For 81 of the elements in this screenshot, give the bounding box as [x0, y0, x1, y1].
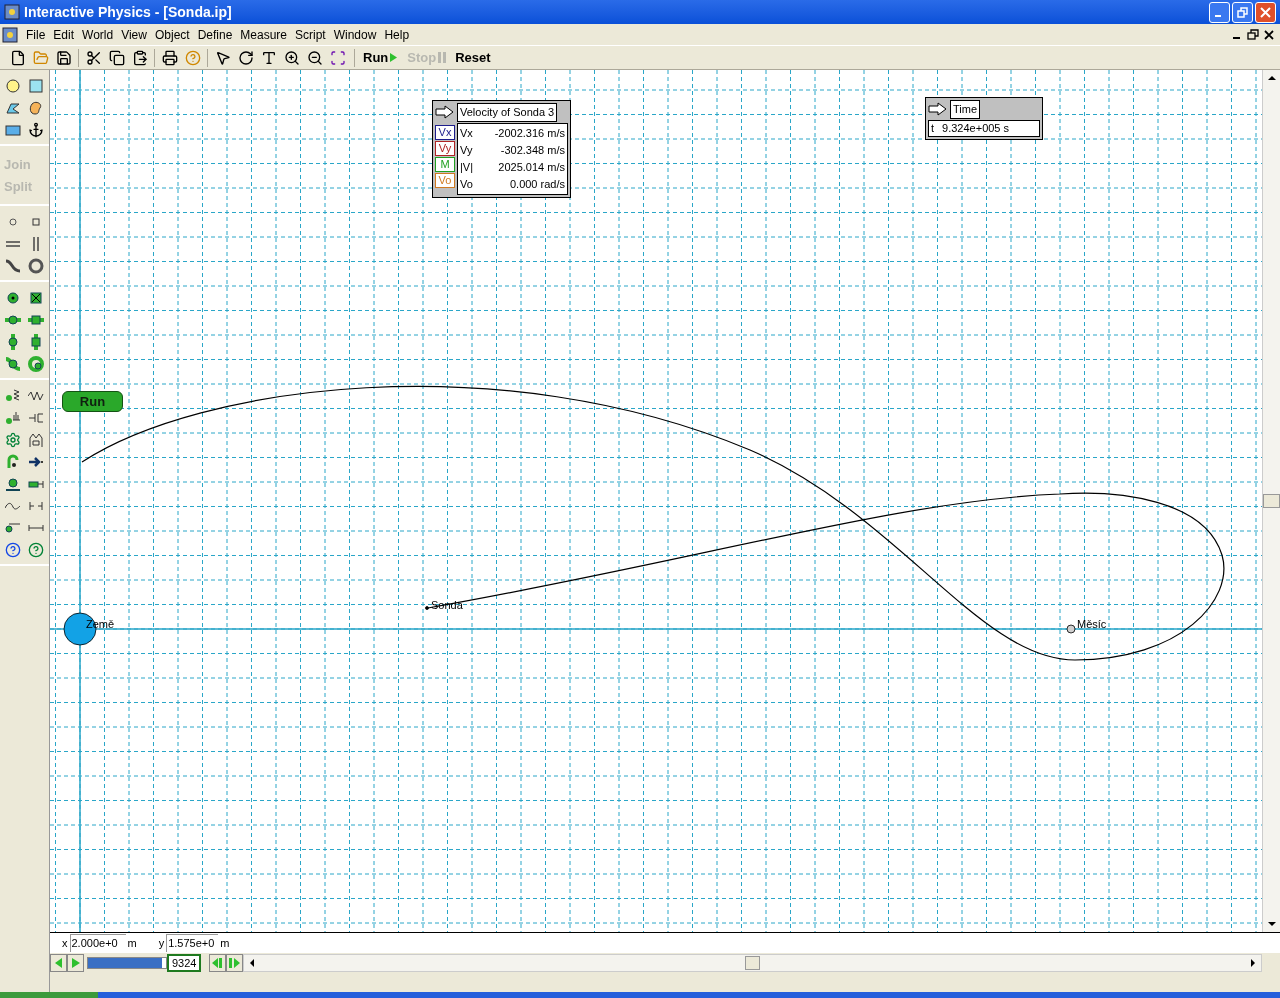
horizontal-scrollbar[interactable] [243, 954, 1262, 972]
time-meter[interactable]: Time t 9.324e+005 s [925, 97, 1043, 140]
coordinate-label: y [158, 935, 165, 951]
circular-slot-icon[interactable] [27, 356, 44, 372]
menu-item[interactable]: View [117, 25, 151, 44]
meter-value: 0.000 rad/s [509, 176, 565, 192]
scroll-thumb[interactable] [745, 956, 761, 970]
meter-label: Vy [460, 142, 473, 158]
gear-icon[interactable] [5, 432, 22, 448]
window-title: Interactive Physics - [Sonda.ip] [24, 2, 233, 22]
rod-icon[interactable] [5, 520, 22, 536]
graph-toggle-button[interactable]: Vx [435, 124, 455, 140]
meter-title: Velocity of Sonda 3 [457, 103, 558, 122]
coordinate-label: x [62, 935, 68, 951]
restore-button[interactable] [1232, 1, 1253, 23]
meter-label: Vx [460, 125, 473, 141]
vertical-scrollbar[interactable] [1262, 70, 1280, 932]
unit-label: m [220, 935, 230, 951]
velocity-meter[interactable]: Velocity of Sonda 3 Vx Vy M Vo Vx -2002.316 m/s Vy -302.348 m/s |V| 2025.014 m/s Vo 0.000 rad/s [432, 100, 571, 198]
circle-tool-icon[interactable] [5, 78, 22, 94]
rewind-button[interactable] [209, 954, 227, 972]
run-button[interactable]: Run [360, 47, 402, 68]
arrow-icon[interactable] [928, 102, 948, 117]
rectangle-tool-icon[interactable] [5, 122, 22, 138]
meter-value: 2025.014 m/s [498, 159, 565, 175]
probe-body[interactable] [425, 606, 429, 610]
reset-button[interactable]: Reset [452, 47, 494, 68]
meter-title: Time [950, 100, 981, 119]
horizontal-pin-slot-icon[interactable] [5, 312, 22, 328]
menu-item[interactable]: Define [193, 25, 237, 44]
scroll-thumb[interactable] [1263, 494, 1280, 508]
damper-icon[interactable] [5, 410, 22, 426]
menu-item[interactable]: Object [150, 25, 194, 44]
anchor-icon[interactable] [27, 122, 44, 138]
curved-shape-icon[interactable] [27, 100, 44, 116]
help-icon[interactable] [5, 542, 22, 558]
pulley-icon[interactable] [27, 432, 44, 448]
close-icon[interactable] [1262, 27, 1276, 42]
unit-label: m [127, 935, 137, 951]
arrow-icon[interactable] [435, 105, 455, 120]
meter-label: t [931, 120, 935, 136]
motor-icon[interactable] [5, 476, 22, 492]
close-button[interactable] [1255, 1, 1276, 23]
restore-icon[interactable] [1246, 27, 1260, 42]
pin-joint-icon[interactable] [5, 290, 22, 306]
menu-item[interactable]: File [22, 25, 50, 44]
curved-pin-slot-icon[interactable] [5, 356, 22, 372]
ring-icon[interactable] [27, 258, 44, 274]
moon-body[interactable] [1066, 624, 1076, 634]
help-icon[interactable] [27, 542, 44, 558]
frame-counter[interactable]: 9324 [167, 954, 202, 972]
rigid-joint-icon[interactable] [27, 290, 44, 306]
menu-item[interactable]: Script [291, 25, 330, 44]
meter-value: -302.348 m/s [500, 142, 565, 158]
step-back-button[interactable] [50, 954, 67, 972]
menu-item[interactable]: Edit [49, 25, 79, 44]
graph-toggle-button[interactable]: Vy [435, 140, 455, 156]
spring-icon[interactable] [5, 388, 22, 404]
polygon-tool-icon[interactable] [5, 100, 22, 116]
menu-item[interactable]: Window [329, 25, 381, 44]
run-button[interactable]: Run [62, 391, 123, 412]
meter-label: Vo [460, 176, 473, 192]
coordinate-field: 1.575e+0 [166, 934, 219, 952]
coordinate-field: 2.000e+0 [69, 934, 126, 952]
meter-value: 9.324e+005 s [942, 120, 1010, 136]
step-forward-button[interactable] [67, 954, 84, 972]
piston-icon[interactable] [27, 410, 44, 426]
meter-value: -2002.316 m/s [494, 125, 565, 141]
square-tool-icon[interactable] [27, 78, 44, 94]
menu-item[interactable]: Measure [236, 25, 291, 44]
body-label: Měsíc [1077, 619, 1107, 630]
horizontal-rigid-slot-icon[interactable] [27, 312, 44, 328]
app-icon [4, 4, 20, 20]
menu-item[interactable]: World [78, 25, 118, 44]
meter-label: |V| [460, 159, 474, 175]
graph-toggle-button[interactable]: M [435, 156, 455, 172]
playback-track[interactable] [87, 957, 167, 969]
menu-item[interactable]: Help [380, 25, 414, 44]
curved-slot-icon[interactable] [5, 258, 22, 274]
minimize-button[interactable] [1209, 1, 1230, 23]
document-icon[interactable] [2, 26, 18, 43]
